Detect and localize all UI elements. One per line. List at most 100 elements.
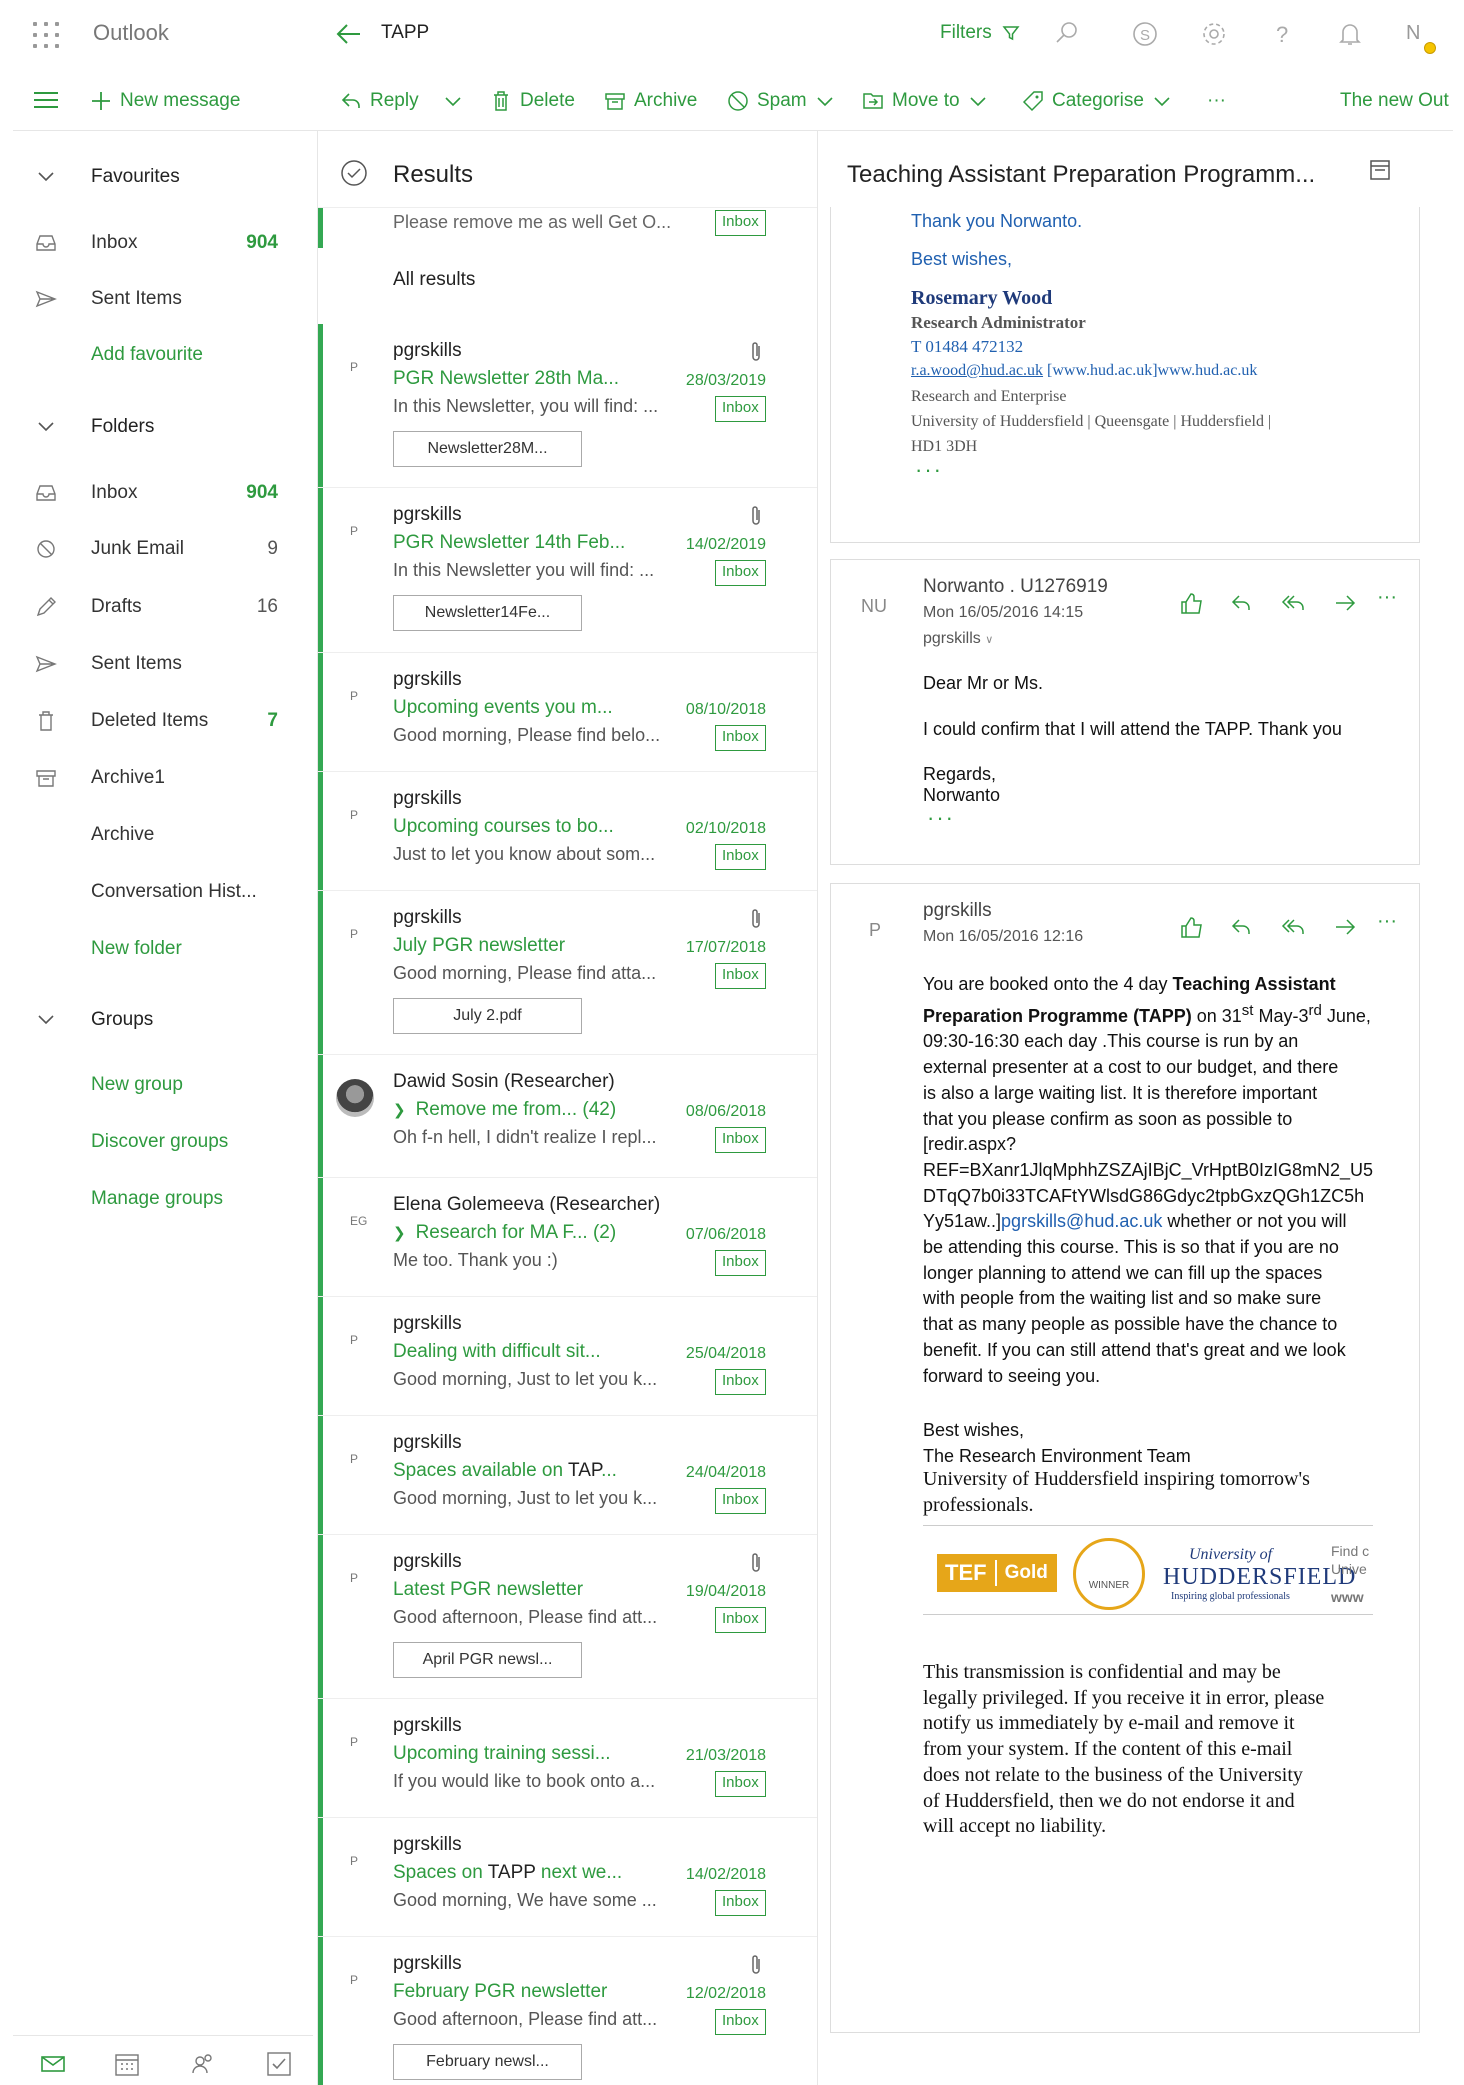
delete-button[interactable]: Delete (490, 86, 575, 116)
reply-icon[interactable] (1229, 590, 1255, 616)
reply-options-dropdown[interactable] (443, 86, 463, 116)
list-item[interactable]: Ppgrskills Upcoming courses to bo... 02/10… (318, 772, 817, 891)
chevron-down-icon (1154, 97, 1170, 107)
list-item[interactable]: Dawid Sosin (Researcher) ❯ Remove me from.… (318, 1055, 817, 1178)
sidebar-item-conversation-history[interactable]: Conversation Hist... (0, 872, 318, 912)
signature-address: University of Huddersfield | Queensgate … (911, 413, 1272, 430)
conversation-title: Teaching Assistant Preparation Programm.… (847, 161, 1316, 188)
unread-count: 904 (246, 232, 278, 253)
email-link[interactable]: pgrskills@hud.ac.uk (1001, 1211, 1162, 1231)
forward-icon[interactable] (1333, 914, 1359, 940)
people-icon[interactable] (189, 2050, 217, 2078)
message-more-button[interactable]: ··· (1377, 910, 1397, 933)
new-group-link[interactable]: New group (0, 1065, 318, 1105)
hamburger-menu-icon[interactable] (34, 92, 58, 110)
attachment-chip[interactable]: Newsletter14Fe... (393, 595, 582, 631)
attachment-chip[interactable]: February newsl... (393, 2044, 582, 2080)
sidebar-item-archive1[interactable]: Archive1 (0, 758, 318, 798)
like-icon[interactable] (1179, 914, 1205, 940)
reply-all-icon[interactable] (1281, 590, 1307, 616)
show-more-button[interactable]: ··· (927, 805, 955, 831)
logo-banner: TEF Gold WINNER University of HUDDERSFIE… (923, 1525, 1373, 1615)
chevron-right-icon[interactable]: ❯ (393, 1225, 406, 1242)
reply-button[interactable]: Reply (340, 86, 419, 116)
reply-all-icon[interactable] (1281, 914, 1307, 940)
folder-badge: Inbox (715, 396, 766, 422)
move-to-button[interactable]: Move to (862, 86, 988, 116)
filters-button[interactable]: Filters (940, 22, 1020, 44)
avatar[interactable]: N (1406, 22, 1436, 54)
like-icon[interactable] (1179, 590, 1205, 616)
bell-icon[interactable] (1336, 20, 1364, 48)
new-outlook-toggle[interactable]: The new Out (1340, 86, 1449, 116)
trash-icon (39, 711, 53, 731)
mail-icon[interactable] (39, 2050, 67, 2078)
list-item[interactable]: EG Elena Golemeeva (Researcher) ❯ Research … (318, 1178, 817, 1297)
message-more-button[interactable]: ··· (1377, 586, 1397, 609)
sidebar-item-sent[interactable]: Sent Items (0, 644, 318, 684)
sidebar-item-drafts[interactable]: Drafts 16 (0, 587, 318, 627)
send-icon (35, 655, 57, 673)
folders-header[interactable]: Folders (0, 407, 318, 447)
sidebar-item-archive[interactable]: Archive (0, 815, 318, 855)
app-name[interactable]: Outlook (93, 20, 169, 46)
gear-icon[interactable] (1200, 20, 1228, 48)
manage-groups-link[interactable]: Manage groups (0, 1179, 318, 1219)
show-more-button[interactable]: ··· (915, 457, 943, 483)
select-all-checkbox-icon[interactable] (340, 159, 368, 187)
sender-name[interactable]: Norwanto . U1276919 (923, 576, 1108, 598)
message-body-line: I could confirm that I will attend the T… (923, 719, 1342, 739)
list-item[interactable]: Ppgrskills Spaces on TAPP next we... 14/02… (318, 1818, 817, 1937)
sidebar-item-fav-inbox[interactable]: Inbox 904 (0, 223, 318, 263)
chevron-right-icon[interactable]: ❯ (393, 1102, 406, 1119)
categorise-button[interactable]: Categorise (1022, 86, 1172, 116)
forward-icon[interactable] (1333, 590, 1359, 616)
sender-initials: P (350, 1854, 359, 1868)
archive-button[interactable]: Archive (604, 86, 697, 116)
message-body-line: Norwanto (923, 785, 1001, 805)
list-item[interactable]: Ppgrskills July PGR newsletter 17/07/2018 G… (318, 891, 817, 1055)
sidebar-item-junk[interactable]: Junk Email 9 (0, 529, 318, 569)
list-item[interactable]: Ppgrskills Upcoming training sessi... 21/0… (318, 1699, 817, 1818)
search-icon[interactable] (1052, 20, 1080, 48)
app-launcher-icon[interactable] (33, 22, 59, 48)
tag-icon (1022, 91, 1043, 112)
list-item[interactable]: Ppgrskills PGR Newsletter 14th Feb... 14/0… (318, 488, 817, 653)
sender-initials: P (869, 920, 882, 940)
back-arrow-icon[interactable] (334, 20, 364, 48)
groups-header[interactable]: Groups (0, 1000, 318, 1040)
more-options-button[interactable]: ··· (1207, 86, 1226, 116)
list-item[interactable]: Ppgrskills PGR Newsletter 28th Ma... 28/03… (318, 324, 817, 488)
sender-name[interactable]: pgrskills (923, 900, 992, 922)
help-icon[interactable]: ? (1268, 20, 1296, 48)
calendar-icon[interactable] (113, 2050, 141, 2078)
subject: PGR Newsletter 28th Ma... (393, 368, 619, 389)
uni-tagline: University of Huddersfield inspiring tom… (923, 1466, 1383, 1518)
reply-icon[interactable] (1229, 914, 1255, 940)
attachment-chip[interactable]: April PGR newsl... (393, 1642, 582, 1678)
sidebar-item-deleted[interactable]: Deleted Items 7 (0, 701, 318, 741)
sender-initials: P (350, 1452, 359, 1466)
tasks-icon[interactable] (265, 2050, 293, 2078)
new-message-button[interactable]: New message (90, 86, 240, 116)
attachment-chip[interactable]: July 2.pdf (393, 998, 582, 1034)
discover-groups-link[interactable]: Discover groups (0, 1122, 318, 1162)
sidebar-item-fav-sent[interactable]: Sent Items (0, 279, 318, 319)
recipient-line[interactable]: pgrskills ∨ (923, 630, 993, 648)
attachment-chip[interactable]: Newsletter28M... (393, 431, 582, 467)
sidebar-item-inbox[interactable]: Inbox 904 (0, 473, 318, 513)
list-item[interactable]: Please remove me as well Get O... Inbox (318, 207, 817, 248)
list-item[interactable]: Ppgrskills Dealing with difficult sit... 2… (318, 1297, 817, 1416)
popout-icon[interactable] (1369, 159, 1391, 181)
skype-icon[interactable]: S (1131, 20, 1159, 48)
favourites-header[interactable]: Favourites (0, 157, 318, 197)
add-favourite-link[interactable]: Add favourite (0, 335, 318, 375)
signature-web-link[interactable]: www.hud.ac.uk (1158, 362, 1258, 379)
list-item[interactable]: Ppgrskills Upcoming events you m... 08/10/… (318, 653, 817, 772)
list-item[interactable]: Ppgrskills Latest PGR newsletter 19/04/201… (318, 1535, 817, 1699)
list-item[interactable]: Ppgrskills February PGR newsletter 12/02/2… (318, 1937, 817, 2085)
list-item[interactable]: Ppgrskills Spaces available on TAP... 24/0… (318, 1416, 817, 1535)
signature-email-link[interactable]: r.a.wood@hud.ac.uk (911, 362, 1043, 379)
new-folder-link[interactable]: New folder (0, 929, 318, 969)
spam-button[interactable]: Spam (727, 86, 835, 116)
